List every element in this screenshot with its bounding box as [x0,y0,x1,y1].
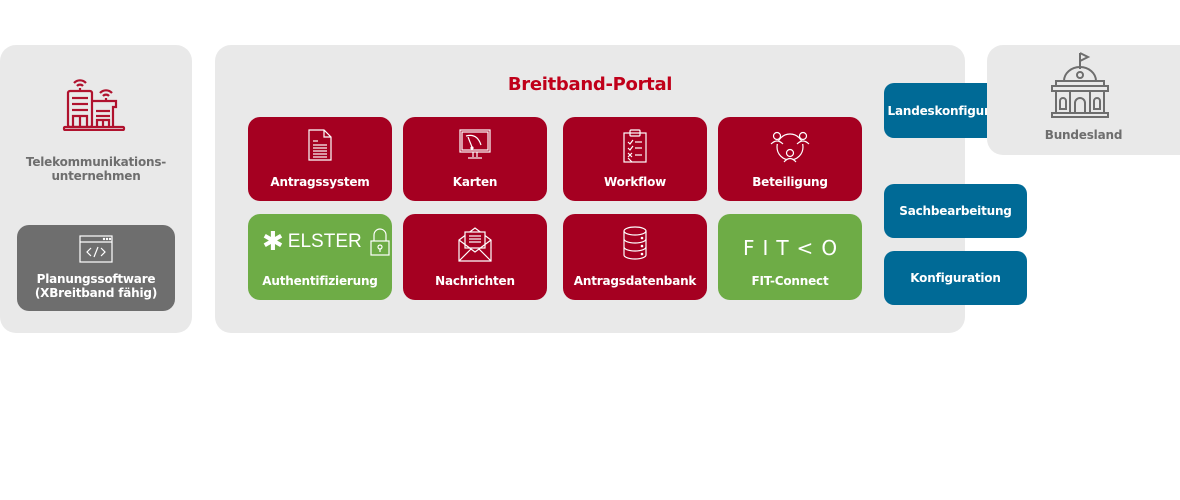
fachverfahren-line1: Fachverfahren [1035,394,1131,408]
planungssoftware-line2: (XBreitband fähig) [34,286,158,300]
tile-label: Workflow [603,175,666,189]
tile-label: FIT-Connect [751,274,829,288]
document-icon [308,129,332,161]
telecom-label-line2: unternehmen [51,169,141,183]
tile-authentifizierung[interactable]: ✱ ELSTER Authentifizierung [248,214,392,300]
lock-icon [370,228,390,256]
planungssoftware-box[interactable]: Planungssoftware (XBreitband fähig) [17,225,175,311]
fachverfahren-line2: (XBreitband fähig) [1021,408,1145,422]
tile-antragssystem[interactable]: Antragssystem [248,117,392,201]
wegebaulasttraeger-line2: träger [1070,281,1112,295]
wegebaulasttraeger-line1: Wegebaulast- [1045,267,1137,281]
code-window-icon [1066,356,1100,384]
tile-label: Authentifizierung [262,274,378,288]
tile-karten[interactable]: Karten [403,117,547,201]
tile-label: Antragsdatenbank [573,274,697,288]
envelope-icon [458,227,492,262]
telecom-label-line1: Telekommunikations- [25,155,167,169]
government-building-icon [1051,52,1109,118]
tile-beteiligung[interactable]: Beteiligung [718,117,862,201]
code-window-icon [79,235,113,263]
bundesland-label: Bundesland [1044,128,1123,142]
tile-label: Karten [452,175,498,189]
fitko-logo-icon: FIT<O [742,236,846,260]
sachbearbeitung-label: Sachbearbeitung [899,204,1012,218]
tile-fit-connect[interactable]: FIT<O FIT-Connect [718,214,862,300]
telecom-building-icon [62,79,126,131]
checklist-icon [623,129,647,163]
tile-label: Antragssystem [270,175,370,189]
tile-label: Beteiligung [752,175,828,189]
konfiguration-button[interactable]: Konfiguration [884,251,1027,305]
map-monitor-icon [459,129,491,159]
fachverfahren-box[interactable]: Fachverfahren (XBreitband fähig) [1003,348,1163,434]
database-icon [623,226,647,260]
planungssoftware-line1: Planungssoftware [36,272,156,286]
tile-nachrichten[interactable]: Nachrichten [403,214,547,300]
people-network-icon [770,131,810,163]
konfiguration-label: Konfiguration [910,271,1001,285]
portal-title: Breitband-Portal [507,74,673,95]
bundesland-panel: Bundesland [987,45,1180,155]
telecom-panel: Telekommunikations- unternehmen Planungs… [0,45,192,333]
government-building-icon [1051,192,1109,258]
elster-logo-text: ELSTER [287,231,362,252]
sachbearbeitung-button[interactable]: Sachbearbeitung [884,184,1027,238]
elster-star-icon: ✱ [262,227,284,257]
elster-logo: ✱ ELSTER [262,228,390,256]
tile-label: Nachrichten [435,274,515,288]
tile-antragsdatenbank[interactable]: Antragsdatenbank [563,214,707,300]
tile-workflow[interactable]: Workflow [563,117,707,201]
